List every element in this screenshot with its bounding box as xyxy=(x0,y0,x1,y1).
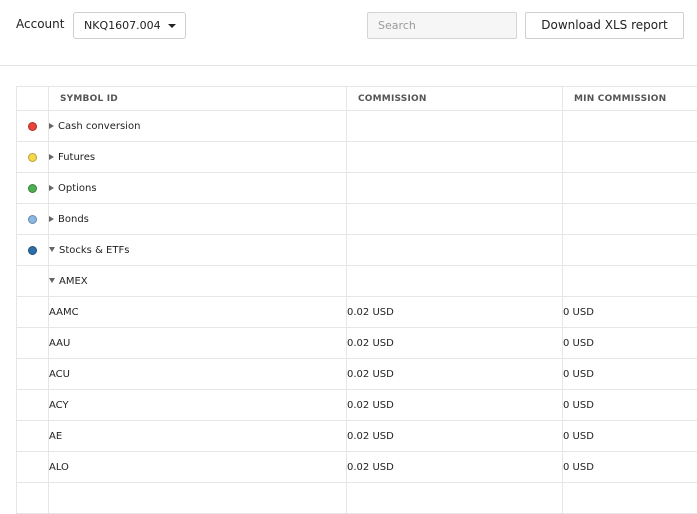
commission-cell: 0.02 USD xyxy=(347,452,563,483)
table-row[interactable]: AAU0.02 USD0 USD xyxy=(17,328,697,359)
subgroup-status-cell xyxy=(17,266,49,297)
min-commission-cell xyxy=(563,111,697,142)
status-dot-icon xyxy=(28,215,37,224)
min-commission-cell: 0 USD xyxy=(563,359,697,390)
min-commission-cell: 0 USD xyxy=(563,390,697,421)
group-label: Futures xyxy=(58,152,95,163)
group-row[interactable]: Stocks & ETFs xyxy=(17,235,697,266)
min-commission-cell: 0 USD xyxy=(563,452,697,483)
top-toolbar: Account NKQ1607.004 Download XLS report xyxy=(0,0,697,66)
subgroup-row[interactable]: AMEX xyxy=(17,266,697,297)
account-select-value: NKQ1607.004 xyxy=(84,19,161,32)
table-row[interactable]: AAMC0.02 USD0 USD xyxy=(17,297,697,328)
column-header-commission[interactable]: COMMISSION xyxy=(347,87,563,111)
row-status-cell xyxy=(17,421,49,452)
group-status-cell xyxy=(17,173,49,204)
min-commission-cell xyxy=(563,142,697,173)
group-label-cell[interactable]: Options xyxy=(49,173,347,204)
row-status-cell xyxy=(17,297,49,328)
symbol-cell: ALO xyxy=(49,452,347,483)
min-commission-cell xyxy=(563,483,697,514)
group-status-cell xyxy=(17,235,49,266)
commission-cell xyxy=(347,266,563,297)
table-header-row: SYMBOL ID COMMISSION MIN COMMISSION xyxy=(17,87,697,111)
symbol-cell: ACY xyxy=(49,390,347,421)
subgroup-label-cell[interactable]: AMEX xyxy=(49,266,347,297)
status-dot-icon xyxy=(28,153,37,162)
status-dot-icon xyxy=(28,184,37,193)
group-label-cell[interactable]: Stocks & ETFs xyxy=(49,235,347,266)
commission-cell: 0.02 USD xyxy=(347,390,563,421)
min-commission-cell xyxy=(563,235,697,266)
caret-down-icon xyxy=(168,24,176,28)
min-commission-cell xyxy=(563,204,697,235)
min-commission-cell: 0 USD xyxy=(563,328,697,359)
min-commission-cell xyxy=(563,266,697,297)
column-header-min-commission[interactable]: MIN COMMISSION xyxy=(563,87,697,111)
row-status-cell xyxy=(17,483,49,514)
group-label: Bonds xyxy=(58,214,89,225)
download-xls-button[interactable]: Download XLS report xyxy=(525,12,684,39)
commission-table: SYMBOL ID COMMISSION MIN COMMISSION Cash… xyxy=(16,86,697,514)
expand-right-icon[interactable] xyxy=(49,123,54,129)
commission-cell xyxy=(347,173,563,204)
group-label: Stocks & ETFs xyxy=(59,245,129,256)
search-input[interactable] xyxy=(367,12,517,39)
group-label-cell[interactable]: Futures xyxy=(49,142,347,173)
row-status-cell xyxy=(17,359,49,390)
table-row[interactable]: ACY0.02 USD0 USD xyxy=(17,390,697,421)
account-label: Account xyxy=(16,17,64,31)
group-label: Cash conversion xyxy=(58,121,140,132)
symbol-cell: AAU xyxy=(49,328,347,359)
commission-cell xyxy=(347,142,563,173)
row-status-cell xyxy=(17,452,49,483)
subgroup-label: AMEX xyxy=(59,276,88,287)
group-row[interactable]: Futures xyxy=(17,142,697,173)
group-row[interactable]: Cash conversion xyxy=(17,111,697,142)
symbol-cell: ACU xyxy=(49,359,347,390)
table-row[interactable]: ALO0.02 USD0 USD xyxy=(17,452,697,483)
commission-cell: 0.02 USD xyxy=(347,359,563,390)
status-dot-icon xyxy=(28,122,37,131)
commission-cell xyxy=(347,235,563,266)
column-header-symbol-id[interactable]: SYMBOL ID xyxy=(49,87,347,111)
table-row xyxy=(17,483,697,514)
expand-right-icon[interactable] xyxy=(49,185,54,191)
row-status-cell xyxy=(17,328,49,359)
commission-cell xyxy=(347,204,563,235)
commission-cell xyxy=(347,483,563,514)
commission-cell: 0.02 USD xyxy=(347,421,563,452)
account-select[interactable]: NKQ1607.004 xyxy=(73,12,186,39)
symbol-cell xyxy=(49,483,347,514)
table-row[interactable]: ACU0.02 USD0 USD xyxy=(17,359,697,390)
symbol-cell: AAMC xyxy=(49,297,347,328)
min-commission-cell xyxy=(563,173,697,204)
min-commission-cell: 0 USD xyxy=(563,421,697,452)
table-body: Cash conversion Futures Options Bonds Stocks… xyxy=(17,111,697,514)
group-status-cell xyxy=(17,111,49,142)
table-row[interactable]: AE0.02 USD0 USD xyxy=(17,421,697,452)
group-label-cell[interactable]: Cash conversion xyxy=(49,111,347,142)
group-label: Options xyxy=(58,183,97,194)
commission-cell xyxy=(347,111,563,142)
commission-cell: 0.02 USD xyxy=(347,297,563,328)
expand-down-icon[interactable] xyxy=(49,278,55,283)
commission-cell: 0.02 USD xyxy=(347,328,563,359)
symbol-cell: AE xyxy=(49,421,347,452)
status-dot-icon xyxy=(28,246,37,255)
group-row[interactable]: Bonds xyxy=(17,204,697,235)
expand-down-icon[interactable] xyxy=(49,247,55,252)
group-status-cell xyxy=(17,204,49,235)
row-status-cell xyxy=(17,390,49,421)
status-column-header xyxy=(17,87,49,111)
group-status-cell xyxy=(17,142,49,173)
expand-right-icon[interactable] xyxy=(49,154,54,160)
min-commission-cell: 0 USD xyxy=(563,297,697,328)
group-label-cell[interactable]: Bonds xyxy=(49,204,347,235)
group-row[interactable]: Options xyxy=(17,173,697,204)
expand-right-icon[interactable] xyxy=(49,216,54,222)
